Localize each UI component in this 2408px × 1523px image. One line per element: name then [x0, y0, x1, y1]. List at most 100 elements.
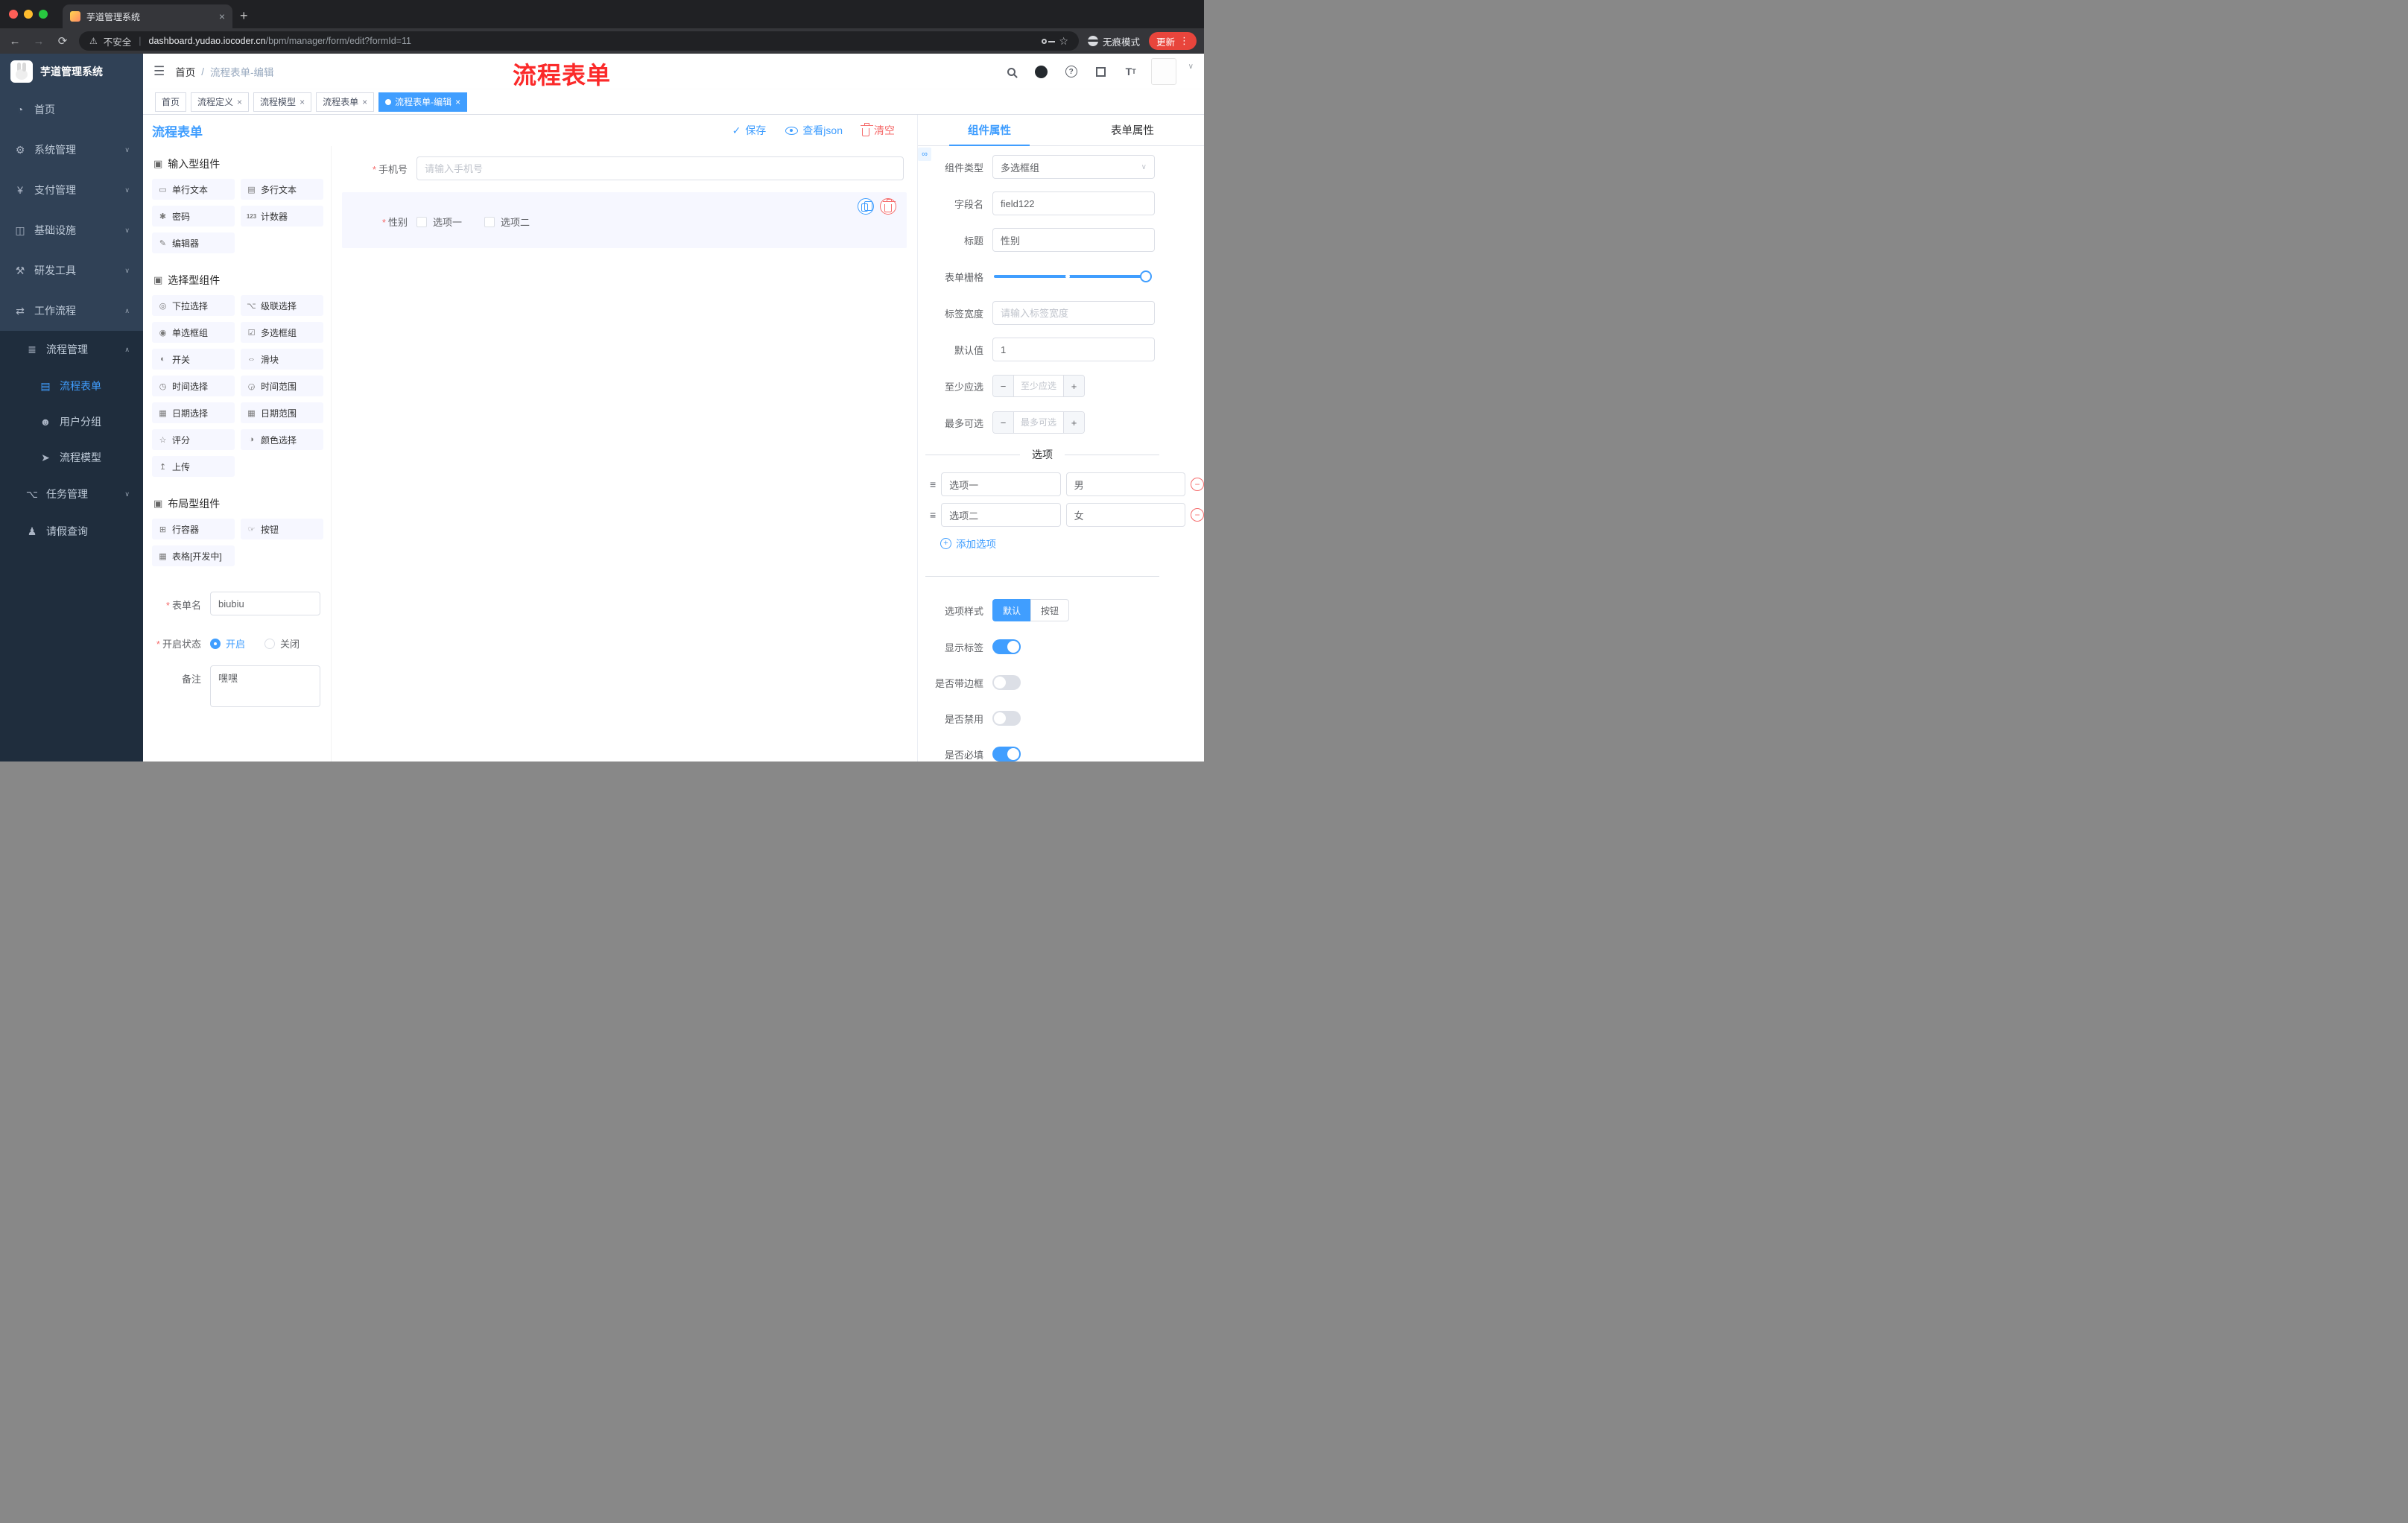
sidebar-item-task-mgmt[interactable]: ⌥ 任务管理 ∨ [0, 475, 143, 513]
increase-button[interactable]: + [1063, 376, 1084, 396]
hamburger-icon[interactable]: ☰ [153, 64, 165, 79]
browser-tab[interactable]: 芋道管理系统 × [63, 4, 232, 28]
sidebar-item-user-group[interactable]: ☻ 用户分组 [0, 404, 143, 440]
component-item-time-range[interactable]: ◶ 时间范围 [241, 376, 323, 396]
avatar-caret-icon[interactable]: ∨ [1188, 63, 1194, 71]
form-remark-textarea[interactable]: 嘿嘿 [210, 665, 320, 707]
option2-label-input[interactable] [941, 503, 1061, 527]
search-button[interactable] [1002, 62, 1021, 81]
sidebar-item-infrastructure[interactable]: ◫ 基础设施 ∨ [0, 210, 143, 250]
component-item-editor[interactable]: ✎ 编辑器 [152, 232, 235, 253]
new-tab-button[interactable]: + [240, 8, 248, 24]
clear-button[interactable]: 清空 [860, 122, 895, 138]
disabled-toggle[interactable] [992, 711, 1021, 726]
tab-component-props[interactable]: 组件属性 [918, 115, 1061, 146]
component-item-time-picker[interactable]: ◷ 时间选择 [152, 376, 235, 396]
save-button[interactable]: ✓ 保存 [732, 123, 767, 138]
phone-input[interactable] [416, 156, 904, 180]
option1-value-input[interactable] [1065, 472, 1185, 496]
option-drag-handle-icon[interactable]: ≡ [930, 509, 936, 521]
form-name-input[interactable] [210, 592, 320, 615]
component-item-multi-text[interactable]: ▤ 多行文本 [241, 179, 323, 200]
increase-button[interactable]: + [1063, 412, 1084, 433]
form-canvas[interactable]: 手机号 性别 选项一 选项二 [332, 146, 917, 762]
option-drag-handle-icon[interactable]: ≡ [930, 478, 936, 490]
user-avatar[interactable] [1150, 58, 1176, 85]
maximize-window-button[interactable] [39, 10, 48, 19]
decrease-button[interactable]: − [993, 412, 1014, 433]
status-on-radio[interactable]: 开启 [210, 636, 245, 650]
show-label-toggle[interactable] [992, 639, 1021, 654]
password-key-icon[interactable] [1042, 38, 1056, 44]
status-off-radio[interactable]: 关闭 [264, 636, 300, 650]
breadcrumb-home[interactable]: 首页 [175, 64, 195, 79]
add-option-button[interactable]: + 添加选项 [940, 536, 1204, 551]
sidebar-item-system[interactable]: ⚙ 系统管理 ∨ [0, 130, 143, 170]
component-type-select[interactable]: 多选框组 ∨ [992, 155, 1155, 179]
title-input[interactable] [992, 228, 1155, 252]
label-width-input[interactable] [992, 301, 1155, 325]
tag-close-icon[interactable]: × [300, 97, 305, 107]
github-button[interactable] [1032, 62, 1051, 81]
reload-button[interactable]: ⟳ [55, 34, 70, 48]
remove-option-button[interactable]: − [1190, 478, 1204, 491]
gender-option2-checkbox[interactable]: 选项二 [484, 215, 530, 229]
component-item-single-text[interactable]: ▭ 单行文本 [152, 179, 235, 200]
help-button[interactable]: ? [1062, 62, 1081, 81]
component-item-cascader[interactable]: ⌥ 级联选择 [241, 295, 323, 316]
component-item-date-picker[interactable]: ▦ 日期选择 [152, 402, 235, 423]
canvas-field-phone[interactable]: 手机号 [342, 155, 907, 182]
component-item-switch[interactable]: ◐ 开关 [152, 349, 235, 370]
tag-close-icon[interactable]: × [455, 97, 460, 107]
sidebar-item-devtools[interactable]: ⚒ 研发工具 ∨ [0, 250, 143, 291]
option1-label-input[interactable] [941, 472, 1061, 496]
tag-process-form-edit[interactable]: 流程表单-编辑 × [378, 92, 468, 112]
minimize-window-button[interactable] [24, 10, 33, 19]
tag-home[interactable]: 首页 [155, 92, 187, 112]
close-window-button[interactable] [9, 10, 18, 19]
sidebar-item-home[interactable]: ◔ 首页 [0, 89, 143, 130]
sidebar-item-process-mgmt[interactable]: ≣ 流程管理 ∧ [0, 331, 143, 368]
component-item-counter[interactable]: 123 计数器 [241, 206, 323, 227]
gender-option1-checkbox[interactable]: 选项一 [416, 215, 462, 229]
tag-close-icon[interactable]: × [237, 97, 242, 107]
tag-process-form[interactable]: 流程表单 × [316, 92, 375, 112]
tag-close-icon[interactable]: × [362, 97, 367, 107]
canvas-field-gender[interactable]: 性别 选项一 选项二 [342, 192, 907, 248]
component-item-password[interactable]: ✱ 密码 [152, 206, 235, 227]
font-size-button[interactable]: TT [1121, 62, 1141, 81]
security-warning-icon[interactable]: ⚠ [89, 36, 98, 46]
back-button[interactable]: ← [7, 35, 22, 48]
component-item-radio-group[interactable]: ◉ 单选框组 [152, 322, 235, 343]
option2-value-input[interactable] [1065, 503, 1185, 527]
url-bar[interactable]: ⚠ 不安全 | dashboard.yudao.iocoder.cn/bpm/m… [79, 31, 1079, 51]
delete-field-button[interactable] [880, 198, 896, 215]
forward-button[interactable]: → [31, 35, 46, 48]
component-item-slider[interactable]: ⇔ 滑块 [241, 349, 323, 370]
component-item-date-range[interactable]: ▦ 日期范围 [241, 402, 323, 423]
style-button-button[interactable]: 按钮 [1030, 599, 1070, 621]
slider-handle[interactable] [1140, 270, 1152, 282]
tab-form-props[interactable]: 表单属性 [1061, 115, 1204, 145]
component-item-upload[interactable]: ↥ 上传 [152, 456, 235, 477]
link-icon[interactable]: ∞ [918, 148, 931, 161]
border-toggle[interactable] [992, 675, 1021, 690]
tag-process-model[interactable]: 流程模型 × [253, 92, 312, 112]
sidebar-item-workflow[interactable]: ⇄ 工作流程 ∧ [0, 291, 143, 331]
component-item-button[interactable]: ☞ 按钮 [241, 519, 323, 539]
max-select-input[interactable] [1014, 412, 1063, 433]
grid-slider[interactable] [994, 270, 1152, 282]
remove-option-button[interactable]: − [1190, 508, 1204, 522]
component-item-checkbox-group[interactable]: ☑ 多选框组 [241, 322, 323, 343]
browser-update-button[interactable]: 更新 ⋮ [1148, 32, 1197, 50]
default-value-input[interactable] [992, 338, 1155, 361]
sidebar-item-leave-query[interactable]: ♟ 请假查询 [0, 513, 143, 550]
browser-menu-icon[interactable]: ⋮ [1179, 35, 1189, 47]
sidebar-item-process-model[interactable]: ➤ 流程模型 [0, 440, 143, 475]
sidebar-item-process-form[interactable]: ▤ 流程表单 [0, 368, 143, 404]
fullscreen-button[interactable] [1091, 62, 1111, 81]
decrease-button[interactable]: − [993, 376, 1014, 396]
tab-close-icon[interactable]: × [219, 10, 225, 22]
style-default-button[interactable]: 默认 [992, 599, 1031, 621]
view-json-button[interactable]: 查看json [785, 123, 843, 138]
